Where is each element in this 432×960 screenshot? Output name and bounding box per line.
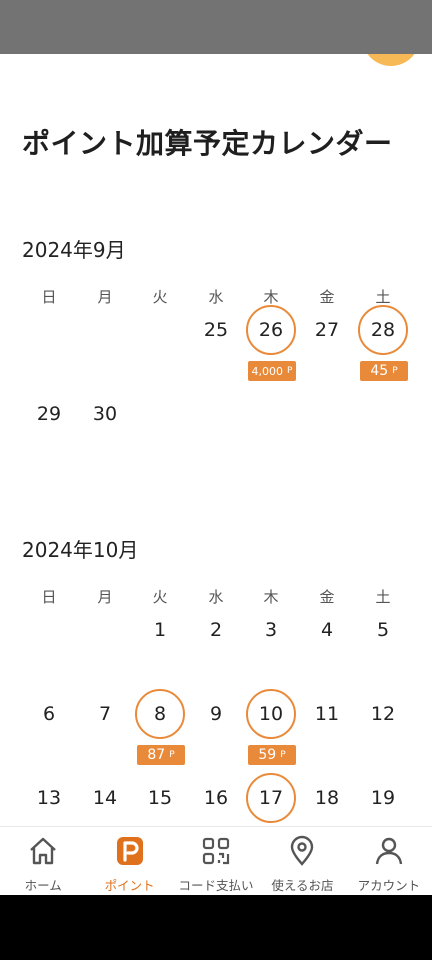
calendar-day-marked[interactable]: 17 — [246, 773, 296, 823]
points-badge: 45 P — [360, 361, 408, 381]
points-unit: P — [392, 366, 398, 376]
qr-code-icon — [200, 835, 232, 871]
calendar-day[interactable]: 9 — [191, 689, 241, 739]
nav-label: アカウント — [357, 878, 421, 893]
calendar-day[interactable]: 27 — [302, 305, 352, 355]
weekday-label: 木 — [263, 588, 279, 606]
calendar-day[interactable]: 3 — [246, 605, 296, 655]
calendar-day[interactable]: 11 — [302, 689, 352, 739]
nav-item-home[interactable]: ホーム — [0, 827, 86, 895]
calendar-day[interactable]: 2 — [191, 605, 241, 655]
nav-item-qr-code[interactable]: コード支払い — [173, 827, 259, 895]
home-icon — [27, 835, 59, 871]
weekday-label: 日 — [41, 588, 57, 606]
points-badge: 87 P — [137, 745, 185, 765]
weekday-label: 土 — [375, 588, 391, 606]
calendar-day[interactable]: 4 — [302, 605, 352, 655]
navigation-bar-area — [0, 895, 432, 960]
weekday-label: 火 — [152, 588, 168, 606]
nav-item-points-p[interactable]: ポイント — [86, 827, 172, 895]
points-badge: 59 P — [248, 745, 296, 765]
weekday-label: 土 — [375, 288, 391, 306]
calendar-day[interactable]: 12 — [358, 689, 408, 739]
calendar-day[interactable]: 7 — [80, 689, 130, 739]
weekday-label: 金 — [319, 288, 335, 306]
month-title: 2024年9月 — [22, 238, 126, 262]
person-icon — [373, 835, 405, 871]
month-title: 2024年10月 — [22, 538, 139, 562]
weekday-label: 木 — [263, 288, 279, 306]
weekday-label: 水 — [208, 288, 224, 306]
points-unit: P — [287, 366, 293, 376]
weekday-label: 月 — [97, 288, 113, 306]
nav-label: ポイント — [104, 878, 155, 893]
calendar-day[interactable]: 15 — [135, 773, 185, 823]
calendar-day[interactable]: 25 — [191, 305, 241, 355]
points-value: 4,000 — [251, 364, 284, 378]
calendar-day-marked[interactable]: 26 — [246, 305, 296, 355]
bottom-nav: ホーム ポイント コード支払い 使えるお店 アカウント — [0, 826, 432, 895]
nav-item-location-pin[interactable]: 使えるお店 — [259, 827, 345, 895]
weekday-label: 金 — [319, 588, 335, 606]
calendar-day[interactable]: 14 — [80, 773, 130, 823]
calendar-day[interactable]: 1 — [135, 605, 185, 655]
points-badge: 4,000 P — [248, 361, 296, 381]
calendar-day[interactable]: 29 — [24, 389, 74, 439]
location-pin-icon — [286, 835, 318, 871]
calendar-day-marked[interactable]: 8 — [135, 689, 185, 739]
weekday-label: 水 — [208, 588, 224, 606]
nav-item-person[interactable]: アカウント — [346, 827, 432, 895]
weekday-label: 火 — [152, 288, 168, 306]
points-unit: P — [169, 750, 175, 760]
page-title: ポイント加算予定カレンダー — [22, 127, 393, 160]
calendar-day-marked[interactable]: 10 — [246, 689, 296, 739]
calendar-day[interactable]: 5 — [358, 605, 408, 655]
calendar-day-marked[interactable]: 28 — [358, 305, 408, 355]
calendar-day[interactable]: 30 — [80, 389, 130, 439]
screen: ポイント加算予定カレンダー 2024年9月日月火水木金土 25 26 4,000 P 27… — [0, 54, 432, 895]
nav-label: 使えるお店 — [271, 878, 334, 893]
decorative-circle — [362, 54, 420, 66]
calendar-day[interactable]: 13 — [24, 773, 74, 823]
calendar-day[interactable]: 19 — [358, 773, 408, 823]
nav-label: ホーム — [24, 878, 62, 893]
points-value: 45 — [370, 363, 389, 379]
points-value: 87 — [147, 747, 166, 763]
calendar-day[interactable]: 18 — [302, 773, 352, 823]
nav-label: コード支払い — [178, 878, 254, 893]
points-p-icon — [114, 835, 146, 871]
points-value: 59 — [258, 747, 277, 763]
points-unit: P — [280, 750, 286, 760]
calendar-day[interactable]: 16 — [191, 773, 241, 823]
status-bar — [0, 0, 432, 54]
weekday-label: 月 — [97, 588, 113, 606]
calendar-day[interactable]: 6 — [24, 689, 74, 739]
weekday-label: 日 — [41, 288, 57, 306]
